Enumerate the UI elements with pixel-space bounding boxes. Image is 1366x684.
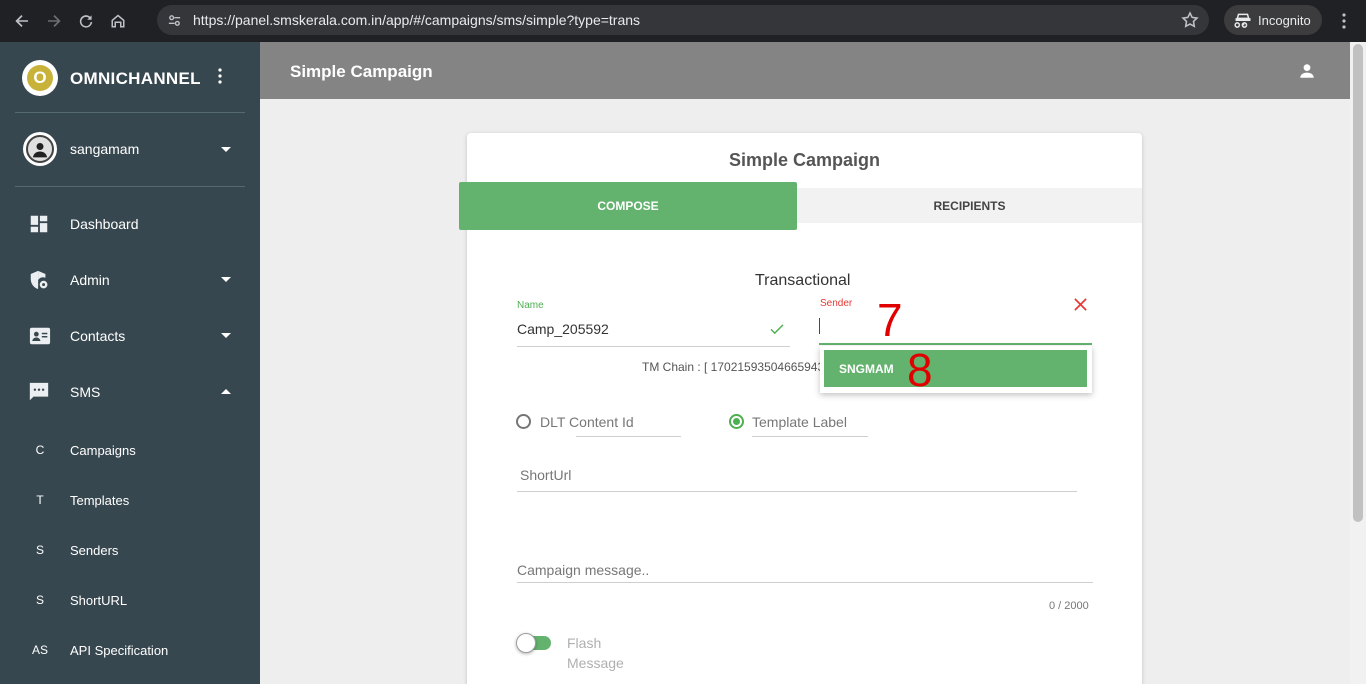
account-icon[interactable] <box>1298 62 1316 80</box>
brand: O OMNICHANNEL <box>0 42 260 112</box>
name-underline <box>517 346 790 347</box>
shorturl-underline <box>517 491 1077 492</box>
sidebar-subitem-senders[interactable]: S Senders <box>0 534 260 566</box>
name-field[interactable]: Camp_205592 <box>517 321 609 337</box>
sidebar-item-dashboard[interactable]: Dashboard <box>0 203 260 243</box>
toggle-thumb[interactable] <box>516 633 536 653</box>
incognito-icon <box>1234 13 1251 28</box>
dlt-content-id-radio[interactable] <box>516 414 531 429</box>
text-cursor <box>819 318 820 334</box>
tab-compose[interactable]: COMPOSE <box>459 182 797 230</box>
dlt-underline <box>576 436 681 437</box>
caret-down-icon <box>221 333 231 338</box>
clear-icon[interactable] <box>1073 297 1088 312</box>
name-label: Name <box>517 300 544 311</box>
page-title: Simple Campaign <box>290 62 433 81</box>
brand-logo: O <box>22 60 58 96</box>
reload-icon[interactable] <box>72 7 100 35</box>
page-scrollbar[interactable] <box>1350 42 1366 684</box>
sender-dropdown: SNGMAM <box>820 346 1092 393</box>
annotation-8: 8 <box>907 344 933 396</box>
avatar <box>23 132 57 166</box>
address-bar[interactable]: https://panel.smskerala.com.in/app/#/cam… <box>157 5 1209 35</box>
sender-input[interactable] <box>819 343 1092 345</box>
contacts-icon <box>28 325 51 347</box>
template-label-radio[interactable] <box>729 414 744 429</box>
sidebar-item-sms[interactable]: SMS <box>0 371 260 411</box>
shorturl-input[interactable]: ShortUrl <box>520 467 571 483</box>
check-icon <box>768 320 786 338</box>
home-icon[interactable] <box>104 7 132 35</box>
caret-down-icon <box>221 147 231 152</box>
user-menu[interactable]: sangamam <box>0 130 260 170</box>
message-underline <box>517 582 1093 583</box>
url-text: https://panel.smskerala.com.in/app/#/cam… <box>193 12 641 28</box>
card-title: Simple Campaign <box>728 150 881 170</box>
divider <box>15 186 245 187</box>
divider <box>15 112 245 113</box>
sidebar-subitem-campaigns[interactable]: C Campaigns <box>0 434 260 466</box>
incognito-label: Incognito <box>1258 12 1311 28</box>
sidebar-item-admin[interactable]: Admin <box>0 259 260 299</box>
campaign-type-title: Transactional <box>755 272 851 289</box>
chat-icon <box>28 381 50 403</box>
dashboard-icon <box>28 213 50 235</box>
scroll-thumb[interactable] <box>1353 44 1363 522</box>
browser-menu-icon[interactable] <box>1334 9 1354 33</box>
user-name: sangamam <box>70 141 140 157</box>
dlt-content-id-label: DLT Content Id <box>540 414 634 430</box>
site-settings-icon[interactable] <box>165 11 183 29</box>
sidebar-subitem-api-specification[interactable]: AS API Specification <box>0 634 260 666</box>
back-icon[interactable] <box>8 7 36 35</box>
more-vertical-icon[interactable] <box>218 68 232 88</box>
sender-option[interactable]: SNGMAM <box>824 350 1087 387</box>
sidebar: O OMNICHANNEL sangamam Dashboard Admin C… <box>0 42 260 684</box>
app-header: Simple Campaign <box>260 42 1350 99</box>
flash-label-line1: Flash <box>567 635 602 651</box>
flash-label-line2: Message <box>567 655 624 671</box>
caret-down-icon <box>221 277 231 282</box>
sidebar-subitem-templates[interactable]: T Templates <box>0 484 260 516</box>
character-counter: 0 / 2000 <box>1049 600 1089 612</box>
caret-up-icon <box>221 389 231 394</box>
campaign-message-input[interactable]: Campaign message.. <box>517 562 649 578</box>
brand-title: OMNICHANNEL <box>70 69 201 88</box>
annotation-7: 7 <box>877 294 903 346</box>
incognito-badge[interactable]: Incognito <box>1224 5 1322 35</box>
forward-icon[interactable] <box>40 7 68 35</box>
tm-chain-text: TM Chain : [ 17021593504665943 <box>642 360 820 374</box>
browser-toolbar: https://panel.smskerala.com.in/app/#/cam… <box>0 0 1366 42</box>
tab-recipients[interactable]: RECIPIENTS <box>797 188 1142 223</box>
template-underline <box>752 436 868 437</box>
sidebar-subitem-shorturl[interactable]: S ShortURL <box>0 584 260 616</box>
sender-label: Sender <box>820 298 853 309</box>
shield-gear-icon <box>28 269 50 291</box>
sidebar-item-contacts[interactable]: Contacts <box>0 315 260 355</box>
bookmark-star-icon[interactable] <box>1181 11 1199 29</box>
template-label-label: Template Label <box>752 414 847 430</box>
